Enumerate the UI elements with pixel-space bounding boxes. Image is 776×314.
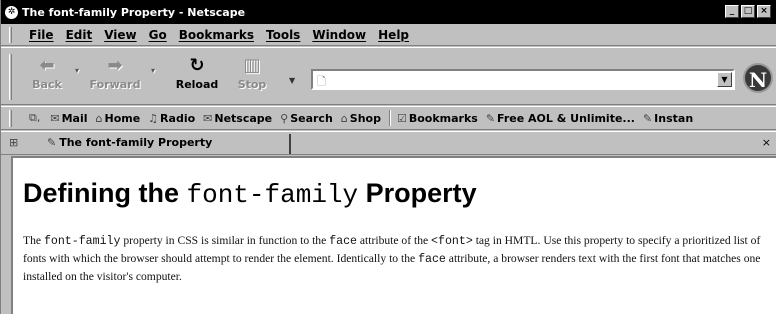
tab-font-family-property[interactable]: ✎ The font-family Property <box>29 134 291 154</box>
menu-edit[interactable]: Edit <box>66 28 93 42</box>
shop-icon: ⌂ <box>340 111 348 125</box>
toolbar-grip[interactable] <box>9 54 12 100</box>
forward-button[interactable]: ➡ Forward ▾ <box>87 55 155 92</box>
menu-view[interactable]: View <box>104 28 136 42</box>
reload-icon: ↻ <box>189 55 205 76</box>
toolbar-link-netscape[interactable]: ✉ Netscape <box>203 112 272 125</box>
toolbar-link-instant[interactable]: ✎ Instan <box>643 112 693 125</box>
toolbar-link-shop[interactable]: ⌂ Shop <box>341 112 381 125</box>
menu-bookmarks[interactable]: Bookmarks <box>179 28 254 42</box>
toolbar-link-mail[interactable]: ✉ Mail <box>50 112 87 125</box>
reload-label: Reload <box>175 78 219 91</box>
navigation-toolbar: ⬅ Back ▾ ➡ Forward ▾ ↻ Reload ▥ Stop ▼ 🗋… <box>1 47 776 105</box>
netscape-logo[interactable]: N <box>743 63 773 93</box>
toolbar-link-search[interactable]: ⚲ Search <box>280 112 333 125</box>
new-tab-icon[interactable]: ⊞ <box>9 136 18 149</box>
page-pen-icon: ✎ <box>47 136 57 149</box>
browser-window: ✲ The font-family Property - Netscape _ … <box>0 0 776 314</box>
toolbar-link-radio[interactable]: ♫ Radio <box>148 112 195 125</box>
chevron-down-icon[interactable]: ▼ <box>289 76 295 85</box>
personal-toolbar-toggle-icon[interactable]: ⧉, <box>29 111 42 125</box>
back-arrow-icon: ⬅ <box>39 55 55 76</box>
minimize-button[interactable]: _ <box>725 5 739 18</box>
toolbar-grip[interactable] <box>9 27 12 43</box>
bookmark-pen-icon: ✎ <box>642 111 653 125</box>
back-button[interactable]: ⬅ Back ▾ <box>27 55 79 92</box>
menu-help[interactable]: Help <box>378 28 409 42</box>
back-label: Back <box>32 78 62 91</box>
page-content: Defining the font-family Property The fo… <box>11 156 776 314</box>
stop-button[interactable]: ▥ Stop <box>235 55 269 92</box>
reload-button[interactable]: ↻ Reload <box>173 55 221 92</box>
netscape-link-icon: ✉ <box>203 111 213 125</box>
netscape-app-icon[interactable]: ✲ <box>5 5 18 19</box>
chevron-down-icon[interactable]: ▾ <box>75 66 79 75</box>
close-tab-icon[interactable]: × <box>762 136 771 149</box>
menu-tools[interactable]: Tools <box>266 28 300 42</box>
personal-toolbar: ⧉, ✉ Mail ⌂ Home ♫ Radio ✉ Netscape ⚲ Search … <box>1 106 776 130</box>
title-bar: ✲ The font-family Property - Netscape _ … <box>1 0 776 24</box>
menu-window[interactable]: Window <box>312 28 366 42</box>
window-title: The font-family Property - Netscape <box>22 5 246 19</box>
chevron-down-icon[interactable]: ▾ <box>151 66 155 75</box>
menu-bar: File Edit View Go Bookmarks Tools Window… <box>1 24 776 46</box>
maximize-button[interactable]: □ <box>741 5 755 18</box>
window-controls: _ □ × <box>725 5 771 18</box>
url-input[interactable]: 🗋 ▼ <box>311 69 735 90</box>
bookmarks-icon: ☑ <box>396 111 407 125</box>
forward-label: Forward <box>89 78 141 91</box>
mail-icon: ✉ <box>50 111 60 125</box>
menu-go[interactable]: Go <box>149 28 167 42</box>
page-icon: 🗋 <box>317 75 326 88</box>
toolbar-link-home[interactable]: ⌂ Home <box>96 112 141 125</box>
toolbar-link-bookmarks[interactable]: ☑ Bookmarks <box>397 112 478 125</box>
toolbar-grip[interactable] <box>9 110 12 127</box>
tab-title: The font-family Property <box>59 136 213 149</box>
home-icon: ⌂ <box>95 111 103 125</box>
search-icon: ⚲ <box>280 111 289 125</box>
toolbar-divider <box>388 110 391 126</box>
forward-arrow-icon: ➡ <box>107 55 123 76</box>
stop-label: Stop <box>237 78 267 91</box>
menu-file[interactable]: File <box>29 28 54 42</box>
close-window-button[interactable]: × <box>757 5 771 18</box>
body-paragraph: The font-family property in CSS is simil… <box>23 234 761 283</box>
bookmark-pen-icon: ✎ <box>485 111 496 125</box>
url-history-dropdown[interactable]: ▼ <box>717 72 732 87</box>
toolbar-link-free-aol[interactable]: ✎ Free AOL & Unlimite... <box>486 112 635 125</box>
page-heading: Defining the font-family Property <box>23 178 477 210</box>
stop-icon: ▥ <box>243 55 261 76</box>
radio-icon: ♫ <box>148 111 159 125</box>
tab-strip: ⊞ ✎ The font-family Property × <box>1 131 776 155</box>
